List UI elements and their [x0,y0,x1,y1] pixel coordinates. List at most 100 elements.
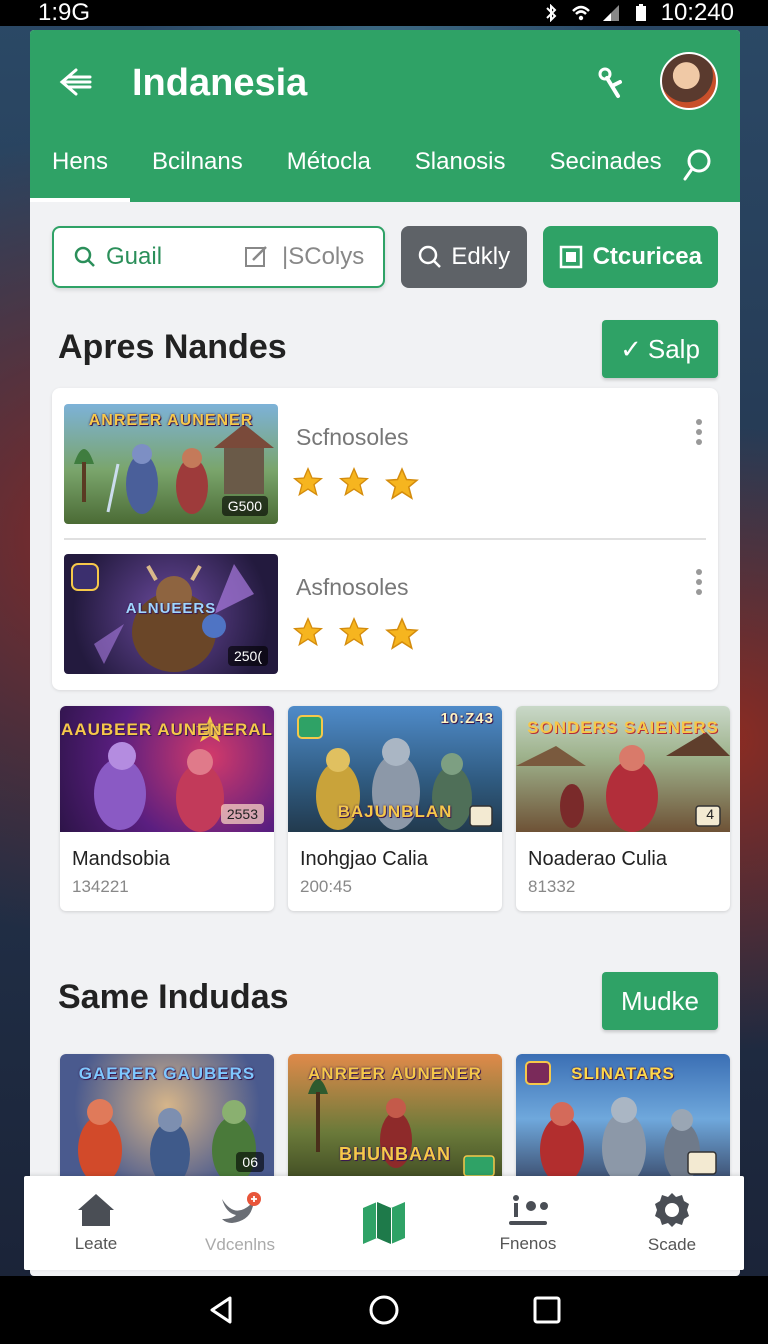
check-icon: ✓ [620,333,642,364]
people-icon [509,1195,548,1225]
card-corner-label: 10:Z43 [440,710,494,727]
wifi-icon [571,5,590,21]
filter-row: Guail |SColys Edkly Ctcuricea [52,226,718,288]
list-item[interactable]: ANREER AUNENER G500 Scfnosoles [64,404,706,528]
edkly-button[interactable]: Edkly [400,226,527,288]
game-thumbnail: SLINATARS [516,1054,730,1184]
tab-bcilnans[interactable]: Bcilnans [130,138,265,202]
card-badge: 06 [236,1152,264,1172]
search-label: Guail [106,243,163,270]
back-triangle-icon[interactable] [206,1294,236,1326]
avatar[interactable] [660,52,718,110]
tab-secinades[interactable]: Secinades [528,138,684,202]
edit-segment[interactable]: |SColys [194,243,364,271]
card-subtitle: 134221 [72,877,129,896]
star-icon [385,617,419,650]
tab-metocla[interactable]: Métocla [265,138,393,202]
card-title: Noaderao Culia [528,848,667,870]
game-art-title: ALNUEERS [125,600,217,617]
price-badge: 250( [227,646,268,666]
game-card[interactable]: AAUBEER AUNENERAL 2553 Mandsobia 134221 [60,706,274,911]
search-icon[interactable] [682,148,716,182]
game-art-title: ANREER AUNENER [88,412,254,429]
back-arrow-icon[interactable] [54,64,94,100]
section-title: Same Indudas [58,978,289,1016]
search-segment[interactable]: Guail [54,228,194,286]
game-art-title: BAJUNBLAN [337,802,453,821]
nav-item-map[interactable] [324,1200,444,1246]
game-thumbnail: SONDERS SAIENERS 4 [516,706,730,832]
game-list: ANREER AUNENER G500 Scfnosoles ALNUEERS [52,388,718,690]
salp-button[interactable]: ✓ Salp [602,320,718,378]
game-art-title: ANREER AUNENER [308,1064,482,1083]
card-title: Inohgjao Calia [300,848,428,870]
search-icon [74,246,95,267]
tab-slanosis[interactable]: Slanosis [393,138,528,202]
game-thumbnail: ANREER AUNENER BHUNBAAN [288,1054,502,1184]
game-art-title: SONDERS SAIENERS [527,718,719,737]
signal-icon [602,5,619,21]
game-card[interactable]: 10:Z43 BAJUNBLAN Inohgjao Calia 200:45 [288,706,502,911]
search-input[interactable]: Guail |SColys [52,226,385,288]
search-icon [419,245,442,268]
app-window: Indanesia Hens Bcilnans Métocla Slanosis… [30,30,740,1276]
star-icon [292,466,324,497]
recents-square-icon[interactable] [532,1295,562,1325]
pin-icon[interactable] [596,66,626,102]
nav-item-vdcenlns[interactable]: Vdcenlns [180,1191,300,1255]
game-name: Asfnosoles [296,574,409,600]
bird-icon [222,1192,261,1223]
nav-label: Leate [74,1234,118,1253]
star-icon [338,466,370,497]
status-icons: 10:240 [541,0,734,27]
game-card[interactable]: SLINATARS [516,1054,730,1184]
mudke-button[interactable]: Mudke [602,972,718,1030]
price-badge: G500 [221,496,268,516]
more-vert-icon[interactable] [694,418,704,448]
game-card-grid: GAERER GAUBERS 06 ANREER AUNENER BHUNBAA… [60,1054,730,1184]
edkly-label: Edkly [451,243,511,270]
ctcuricea-button[interactable]: Ctcuricea [542,226,718,288]
nav-label: Vdcenlns [205,1235,275,1254]
battery-icon [635,4,646,21]
square-icon [559,245,582,269]
salp-label: Salp [647,333,700,364]
rating-stars [292,616,420,652]
nav-item-scade[interactable]: Scade [612,1191,732,1255]
bluetooth-icon [545,4,557,22]
nav-label: Fnenos [499,1234,557,1253]
card-subtitle: 81332 [528,877,576,896]
game-card[interactable]: SONDERS SAIENERS 4 Noaderao Culia 81332 [516,706,730,911]
game-thumbnail[interactable]: ALNUEERS 250( [64,554,278,674]
game-thumbnail: GAERER GAUBERS 06 [60,1054,274,1184]
gear-icon [655,1193,689,1227]
game-art-title: GAERER GAUBERS [78,1064,256,1083]
game-card[interactable]: GAERER GAUBERS 06 [60,1054,274,1184]
more-vert-icon[interactable] [694,568,704,598]
rating-stars [292,466,420,502]
star-icon [292,616,324,647]
home-circle-icon[interactable] [368,1294,400,1326]
divider [64,538,706,540]
nav-item-leate[interactable]: Leate [36,1192,156,1254]
nav-item-fnenos[interactable]: Fnenos [468,1192,588,1254]
map-icon [363,1202,405,1244]
card-title: Mandsobia [72,848,170,870]
game-name: Scfnosoles [296,424,409,450]
edit-icon [245,246,267,267]
list-item[interactable]: ALNUEERS 250( Asfnosoles [64,554,706,678]
card-badge: 4 [706,806,714,822]
home-icon [78,1194,114,1226]
card-subtitle: 200:45 [300,877,352,896]
tab-bar: Hens Bcilnans Métocla Slanosis Secinades [30,138,740,202]
tab-hens[interactable]: Hens [30,138,131,202]
ctcuricea-label: Ctcuricea [592,243,702,270]
game-thumbnail[interactable]: ANREER AUNENER G500 [64,404,278,524]
game-card[interactable]: ANREER AUNENER BHUNBAAN [288,1054,502,1184]
game-art-title: SLINATARS [571,1064,675,1083]
app-bar: Indanesia Hens Bcilnans Métocla Slanosis… [30,30,740,202]
game-thumbnail: 10:Z43 BAJUNBLAN [288,706,502,832]
status-time: 1:9G [38,0,91,26]
game-art-subtitle: BHUNBAAN [339,1144,451,1164]
section-title: Apres Nandes [58,328,287,366]
